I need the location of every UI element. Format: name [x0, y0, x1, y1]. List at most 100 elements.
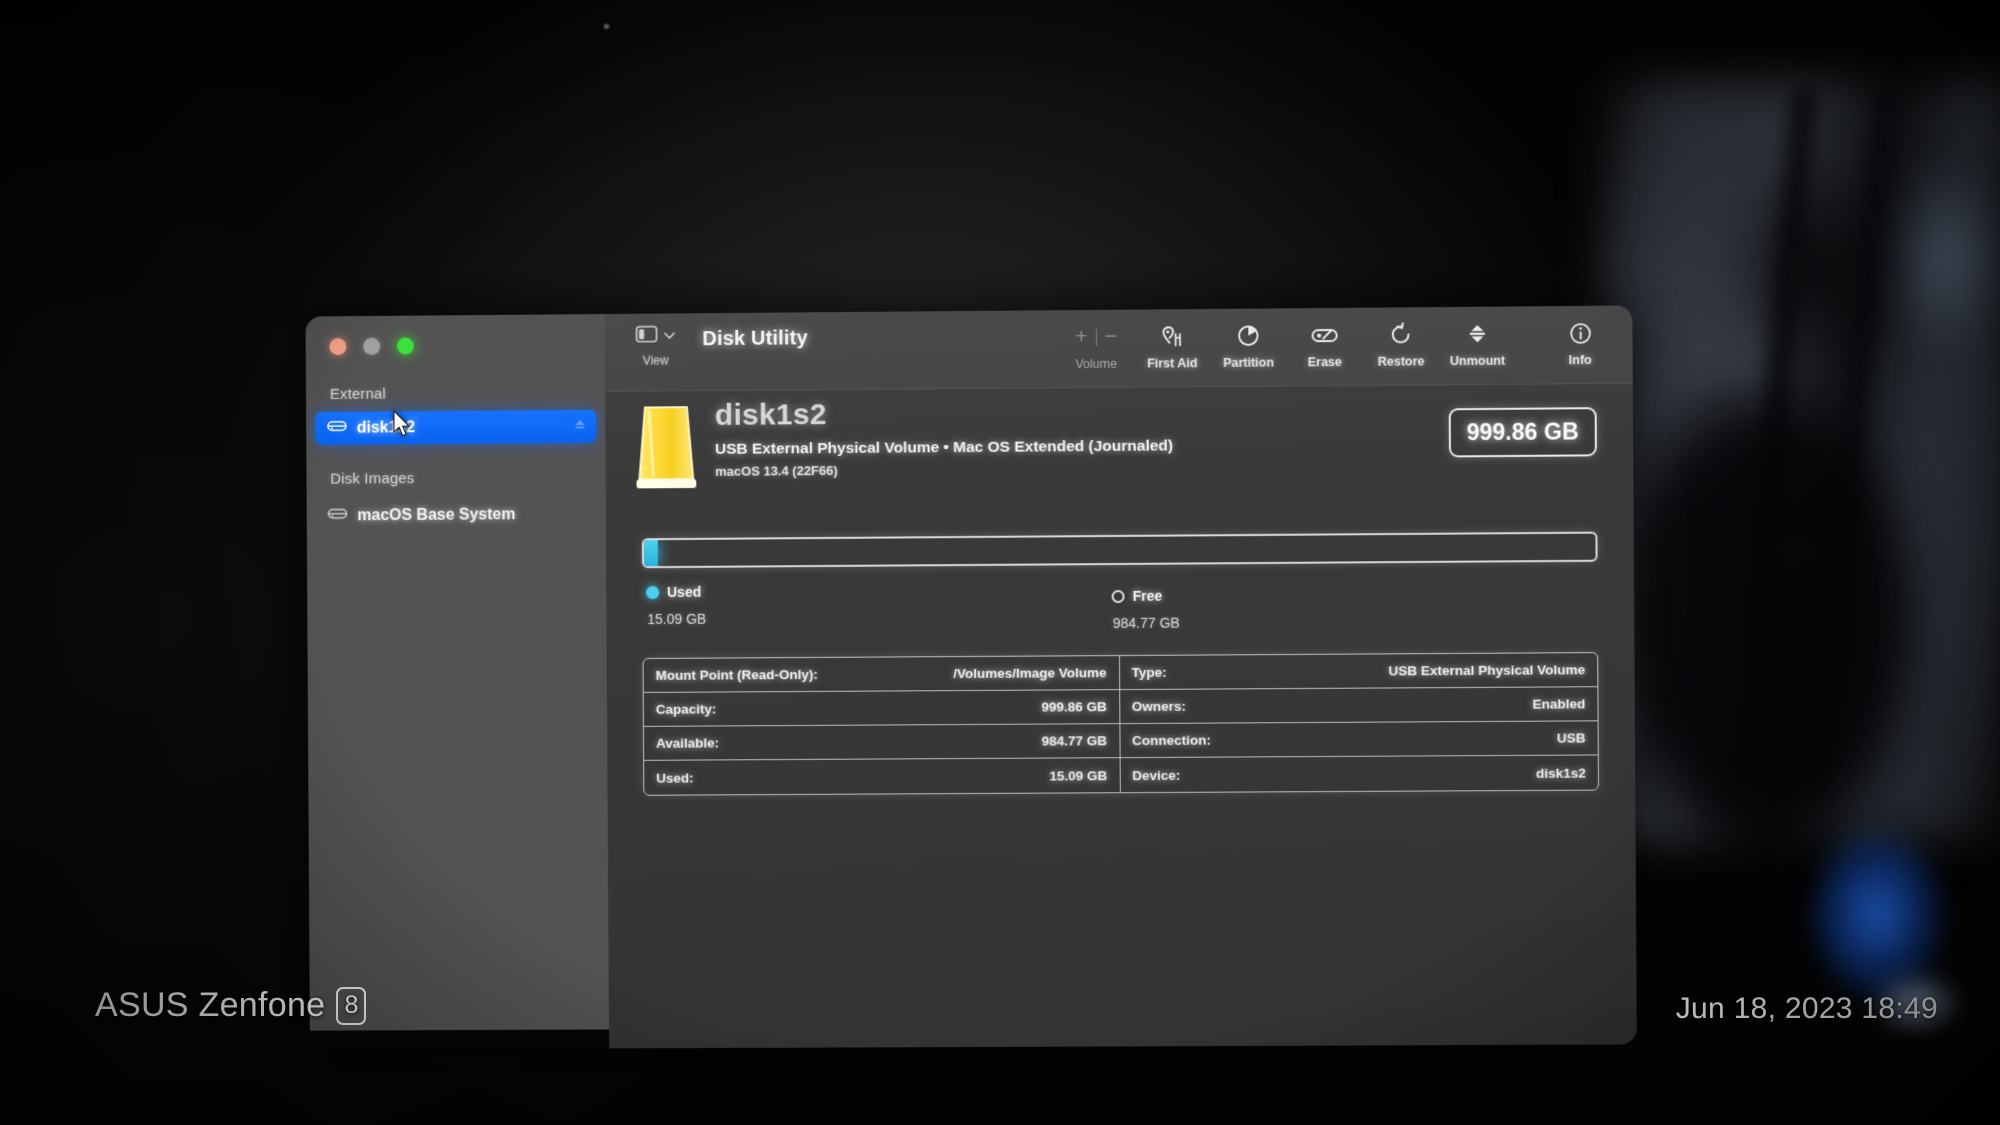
info-key: Available: [655, 735, 720, 751]
info-value: 15.09 GB [1049, 767, 1108, 784]
mouse-cursor [392, 410, 412, 440]
volume-subtitle: USB External Physical Volume • Mac OS Ex… [714, 437, 1174, 458]
toolbar-button-erase[interactable]: Erase [1286, 316, 1363, 370]
eject-icon[interactable] [573, 417, 586, 435]
info-value: USB External Physical Volume [1388, 662, 1586, 679]
info-key: Capacity: [655, 701, 717, 717]
blue-light-glow-upper [1880, 140, 2000, 370]
legend-value: 984.77 GB [1112, 614, 1180, 632]
info-value: Enabled [1532, 696, 1586, 712]
toolbar-label: Partition [1223, 355, 1274, 370]
blind-reflection-bar-2 [1805, 86, 1899, 786]
sidebar-item-label: macOS Base System [357, 505, 516, 524]
storage-usage: Used 15.09 GB Free 984.77 GB [641, 531, 1598, 640]
toolbar-label: Erase [1307, 354, 1342, 370]
toolbar-button-first-aid[interactable]: First Aid [1134, 317, 1211, 371]
table-row: Used: 15.09 GB [644, 758, 1119, 795]
close-button[interactable] [329, 338, 347, 356]
table-row: Device: disk1s2 [1120, 755, 1598, 792]
toolbar-button-restore[interactable]: Restore [1363, 315, 1440, 369]
reflected-silhouette [1630, 380, 1960, 920]
toolbar-button-partition[interactable]: Partition [1210, 316, 1287, 370]
toolbar-actions: + − Volume First Aid Partition Erase Res… [1058, 314, 1619, 372]
info-key: Owners: [1131, 698, 1186, 715]
view-label: View [642, 353, 669, 368]
sidebar-section-header-disk-images: Disk Images [330, 470, 415, 488]
info-value: disk1s2 [1535, 765, 1586, 781]
legend-label: Free [1132, 587, 1163, 604]
device-watermark: ASUS Zenfone 8 [95, 986, 367, 1025]
info-value: 984.77 GB [1041, 733, 1108, 749]
volume-info-table: Mount Point (Read-Only): /Volumes/Image … [642, 652, 1600, 796]
disk-utility-window: External disk1s2 Disk Images macOS Base … [305, 305, 1637, 1049]
info-value: USB [1556, 730, 1586, 746]
window-traffic-lights [329, 337, 414, 356]
first-aid-icon [1159, 323, 1185, 349]
table-row: Available: 984.77 GB [643, 724, 1120, 761]
main-pane: View Disk Utility + − Volume First Aid P… [604, 305, 1637, 1049]
plus-minus-icon: + − [1075, 324, 1117, 349]
legend-label: Used [667, 583, 702, 600]
timestamp-watermark: Jun 18, 2023 18:49 [1675, 992, 1938, 1025]
chevron-down-icon[interactable] [663, 327, 675, 345]
external-drive-icon [327, 418, 347, 439]
sidebar-item-macos-base-system[interactable]: macOS Base System [316, 498, 597, 533]
info-table-left-column: Mount Point (Read-Only): /Volumes/Image … [643, 656, 1121, 795]
unmount-icon [1465, 321, 1489, 347]
usage-bar [641, 531, 1598, 569]
toolbar-label: Unmount [1449, 353, 1506, 369]
table-row: Connection: USB [1119, 721, 1598, 759]
info-circle-icon [1568, 320, 1591, 346]
partition-icon [1236, 323, 1260, 349]
erase-disk-icon [1310, 322, 1338, 348]
toolbar-label: First Aid [1147, 356, 1198, 371]
legend-entry-used: Used 15.09 GB [646, 584, 706, 627]
volume-os-version: macOS 13.4 (22F66) [715, 462, 838, 479]
toolbar-label: Volume [1075, 356, 1118, 372]
yellow-external-drive-icon [633, 401, 699, 498]
info-key: Used: [656, 770, 694, 786]
info-value: 999.86 GB [1041, 699, 1107, 715]
table-row: Mount Point (Read-Only): /Volumes/Image … [643, 656, 1119, 693]
toolbar-label: Info [1568, 352, 1592, 368]
zoom-button[interactable] [396, 337, 414, 355]
info-key: Type: [1131, 664, 1167, 681]
info-key: Mount Point (Read-Only): [655, 666, 818, 683]
photo-scene: External disk1s2 Disk Images macOS Base … [0, 0, 2000, 1125]
info-key: Device: [1132, 767, 1181, 783]
page-title: Disk Utility [702, 327, 808, 351]
restore-icon [1389, 321, 1413, 347]
legend-entry-free: Free 984.77 GB [1111, 587, 1180, 632]
info-key: Connection: [1131, 732, 1211, 749]
dust-speck [604, 24, 609, 29]
legend-value: 15.09 GB [647, 610, 707, 628]
device-watermark-text: ASUS Zenfone [95, 986, 326, 1024]
table-row: Owners: Enabled [1119, 687, 1598, 725]
reflected-silhouette-upper [1700, 120, 1930, 420]
volume-name: disk1s2 [714, 398, 827, 432]
legend-swatch-free-icon [1111, 589, 1125, 603]
sidebar: External disk1s2 Disk Images macOS Base … [305, 314, 609, 1031]
info-value: /Volumes/Image Volume [953, 665, 1107, 682]
toolbar-button-unmount[interactable]: Unmount [1439, 314, 1516, 368]
table-row: Type: USB External Physical Volume [1119, 653, 1598, 691]
toolbar-button-info[interactable]: Info [1542, 314, 1619, 368]
disk-image-icon [327, 505, 347, 526]
sidebar-item-disk1s2[interactable]: disk1s2 [315, 409, 597, 445]
info-table-right-column: Type: USB External Physical Volume Owner… [1119, 653, 1598, 792]
minimize-button[interactable] [363, 337, 381, 355]
sidebar-section-header-external: External [329, 385, 387, 403]
toolbar: View Disk Utility + − Volume First Aid P… [604, 305, 1633, 392]
volume-header: disk1s2 USB External Physical Volume • M… [605, 384, 1633, 506]
toolbar-label: Restore [1377, 354, 1425, 369]
usage-legend: Used 15.09 GB Free 984.77 GB [642, 578, 1598, 640]
table-row: Capacity: 999.86 GB [643, 690, 1119, 727]
usage-bar-used-segment [643, 540, 659, 567]
device-watermark-badge: 8 [336, 986, 367, 1025]
window-reflection [1598, 80, 2000, 840]
toolbar-button-volume[interactable]: + − Volume [1058, 318, 1134, 372]
legend-swatch-used-icon [646, 585, 660, 599]
capacity-badge: 999.86 GB [1448, 407, 1597, 458]
sidebar-toggle-icon[interactable] [636, 326, 658, 348]
view-control[interactable]: View [627, 325, 685, 368]
